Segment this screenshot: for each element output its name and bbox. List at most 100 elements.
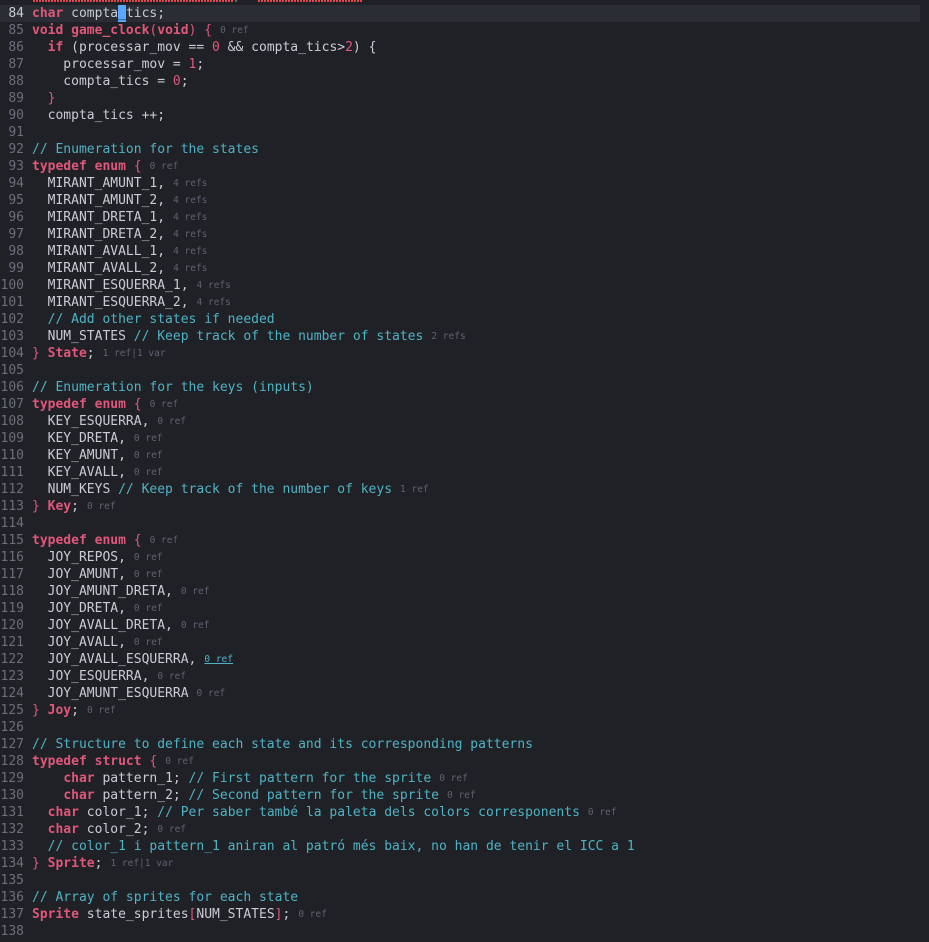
reference-count-hint[interactable]: 4 refs [173, 229, 207, 240]
code-text[interactable]: if (processar_mov == 0 && compta_tics>2)… [32, 39, 377, 56]
code-text[interactable]: // Add other states if needed [32, 311, 275, 328]
code-line[interactable]: 102 // Add other states if needed [0, 311, 275, 328]
code-text[interactable]: // Enumeration for the keys (inputs) [32, 379, 314, 396]
reference-count-hint[interactable]: 0 ref [87, 501, 116, 512]
code-line[interactable]: 126 [0, 719, 24, 736]
code-text[interactable]: char color_1; // Per saber també la pale… [32, 804, 617, 821]
code-line[interactable]: 135 [0, 872, 24, 889]
code-text[interactable]: JOY_AVALL_ESQUERRA, 0 ref [32, 651, 233, 668]
code-text[interactable]: void game_clock(void) {0 ref [32, 22, 249, 39]
code-text[interactable]: char pattern_1; // First pattern for the… [32, 770, 467, 787]
code-text[interactable]: KEY_AVALL, 0 ref [32, 464, 163, 481]
code-line[interactable]: 136 // Array of sprites for each state [0, 889, 299, 906]
code-line[interactable]: 131 char color_1; // Per saber també la … [0, 804, 617, 821]
code-line[interactable]: 93 typedef enum {0 ref [0, 158, 178, 175]
reference-count-hint[interactable]: 0 ref [150, 161, 179, 172]
reference-count-hint[interactable]: 0 ref [87, 705, 116, 716]
code-line[interactable]: 116 JOY_REPOS, 0 ref [0, 549, 163, 566]
code-line[interactable]: 110 KEY_AMUNT, 0 ref [0, 447, 163, 464]
reference-count-hint[interactable]: 0 ref [134, 450, 163, 461]
chevron-down-icon[interactable]: ∨ [233, 0, 243, 5]
code-line[interactable]: 130 char pattern_2; // Second pattern fo… [0, 787, 476, 804]
code-text[interactable]: JOY_AVALL, 0 ref [32, 634, 163, 651]
code-text[interactable]: KEY_ESQUERRA, 0 ref [32, 413, 186, 430]
code-line[interactable]: 84 char compta_tics; [0, 5, 920, 22]
reference-count-hint[interactable]: 0 ref [181, 586, 210, 597]
code-text[interactable]: typedef enum {0 ref [32, 158, 178, 175]
code-line[interactable]: 125} Joy; 0 ref [0, 702, 116, 719]
reference-count-hint[interactable]: 4 refs [197, 297, 231, 308]
code-text[interactable]: MIRANT_AVALL_1, 4 refs [32, 243, 208, 260]
code-line[interactable]: 107 typedef enum {0 ref [0, 396, 179, 413]
reference-count-hint[interactable]: 0 ref [157, 416, 186, 427]
code-text[interactable]: typedef enum {0 ref [32, 532, 178, 549]
reference-count-hint[interactable]: 0 ref [181, 620, 210, 631]
code-line[interactable]: 133 // color_1 i pattern_1 aniran al pat… [0, 838, 635, 855]
reference-count-hint[interactable]: 0 ref [165, 756, 194, 767]
code-text[interactable]: MIRANT_DRETA_1, 4 refs [32, 209, 208, 226]
code-text[interactable]: } Joy; 0 ref [32, 702, 116, 719]
code-line[interactable]: 92 // Enumeration for the states [0, 141, 259, 158]
reference-count-hint[interactable]: 0 ref [204, 654, 233, 665]
code-line[interactable]: 121 JOY_AVALL, 0 ref [0, 634, 163, 651]
code-text[interactable]: // Structure to define each state and it… [32, 736, 533, 753]
code-line[interactable]: 86 if (processar_mov == 0 && compta_tics… [0, 39, 376, 56]
code-text[interactable]: MIRANT_ESQUERRA_1, 4 refs [32, 277, 231, 294]
reference-count-hint[interactable]: 0 ref [298, 909, 327, 920]
code-text[interactable]: compta_tics ++; [32, 107, 165, 124]
code-text[interactable]: // Enumeration for the states [32, 141, 259, 158]
code-line[interactable]: 108 KEY_ESQUERRA, 0 ref [0, 413, 187, 430]
code-line[interactable]: 109 KEY_DRETA, 0 ref [0, 430, 163, 447]
code-text[interactable]: JOY_AMUNT_DRETA, 0 ref [32, 583, 210, 600]
code-line[interactable]: 99 MIRANT_AVALL_2, 4 refs [0, 260, 207, 277]
code-text[interactable]: JOY_ESQUERRA, 0 ref [32, 668, 186, 685]
code-text[interactable]: } [32, 90, 56, 107]
reference-count-hint[interactable]: 0 ref [157, 671, 186, 682]
reference-count-hint[interactable]: 4 refs [173, 212, 207, 223]
code-text[interactable]: JOY_AVALL_DRETA, 0 ref [32, 617, 210, 634]
reference-count-hint[interactable]: 1 ref|1 var [110, 858, 173, 869]
code-line[interactable]: 117 JOY_AMUNT, 0 ref [0, 566, 163, 583]
code-text[interactable]: JOY_AMUNT_ESQUERRA 0 ref [32, 685, 226, 702]
code-line[interactable]: 94 MIRANT_AMUNT_1, 4 refs [0, 175, 207, 192]
code-line[interactable]: 114 [0, 515, 24, 532]
code-line[interactable]: 91 [0, 124, 24, 141]
reference-count-hint[interactable]: 1 ref [400, 484, 429, 495]
code-line[interactable]: 132 char color_2; 0 ref [0, 821, 187, 838]
code-text[interactable]: // color_1 i pattern_1 aniran al patró m… [32, 838, 635, 855]
reference-count-hint[interactable]: 4 refs [173, 195, 207, 206]
code-text[interactable]: JOY_AMUNT, 0 ref [32, 566, 163, 583]
reference-count-hint[interactable]: 0 ref [134, 467, 163, 478]
reference-count-hint[interactable]: 4 refs [173, 246, 207, 257]
reference-count-hint[interactable]: 0 ref [150, 399, 179, 410]
code-line[interactable]: 104} State; 1 ref|1 var [0, 345, 166, 362]
code-text[interactable]: // Array of sprites for each state [32, 889, 298, 906]
code-line[interactable]: 115 typedef enum {0 ref [0, 532, 179, 549]
code-text[interactable]: JOY_DRETA, 0 ref [32, 600, 163, 617]
reference-count-hint[interactable]: 4 refs [173, 263, 207, 274]
code-line[interactable]: 101 MIRANT_ESQUERRA_2, 4 refs [0, 294, 231, 311]
code-text[interactable]: Sprite state_sprites[NUM_STATES]; 0 ref [32, 906, 327, 923]
reference-count-hint[interactable]: 0 ref [134, 433, 163, 444]
code-text[interactable]: MIRANT_AVALL_2, 4 refs [32, 260, 208, 277]
code-line[interactable]: 98 MIRANT_AVALL_1, 4 refs [0, 243, 207, 260]
code-text[interactable]: } Sprite; 1 ref|1 var [32, 855, 173, 872]
code-text[interactable]: MIRANT_ESQUERRA_2, 4 refs [32, 294, 231, 311]
code-text[interactable]: compta_tics = 0; [32, 73, 188, 90]
code-line[interactable]: 120 JOY_AVALL_DRETA, 0 ref [0, 617, 210, 634]
reference-count-hint[interactable]: 0 ref [157, 824, 186, 835]
code-line[interactable]: 138 [0, 923, 24, 940]
code-line[interactable]: 103 NUM_STATES // Keep track of the numb… [0, 328, 466, 345]
code-editor[interactable]: ∨ 84char compta_tics;85void game_clock(v… [0, 0, 929, 942]
code-line[interactable]: 112 NUM_KEYS // Keep track of the number… [0, 481, 429, 498]
code-line[interactable]: 118 JOY_AMUNT_DRETA, 0 ref [0, 583, 210, 600]
code-text[interactable]: processar_mov = 1; [32, 56, 204, 73]
reference-count-hint[interactable]: 0 ref [220, 25, 249, 36]
code-line[interactable]: 97 MIRANT_DRETA_2, 4 refs [0, 226, 207, 243]
code-line[interactable]: 88 compta_tics = 0; [0, 73, 188, 90]
code-text[interactable]: KEY_AMUNT, 0 ref [32, 447, 163, 464]
reference-count-hint[interactable]: 0 ref [150, 535, 179, 546]
code-text[interactable]: } Key; 0 ref [32, 498, 116, 515]
code-line[interactable]: 119 JOY_DRETA, 0 ref [0, 600, 163, 617]
code-line[interactable]: 89 } [0, 90, 55, 107]
